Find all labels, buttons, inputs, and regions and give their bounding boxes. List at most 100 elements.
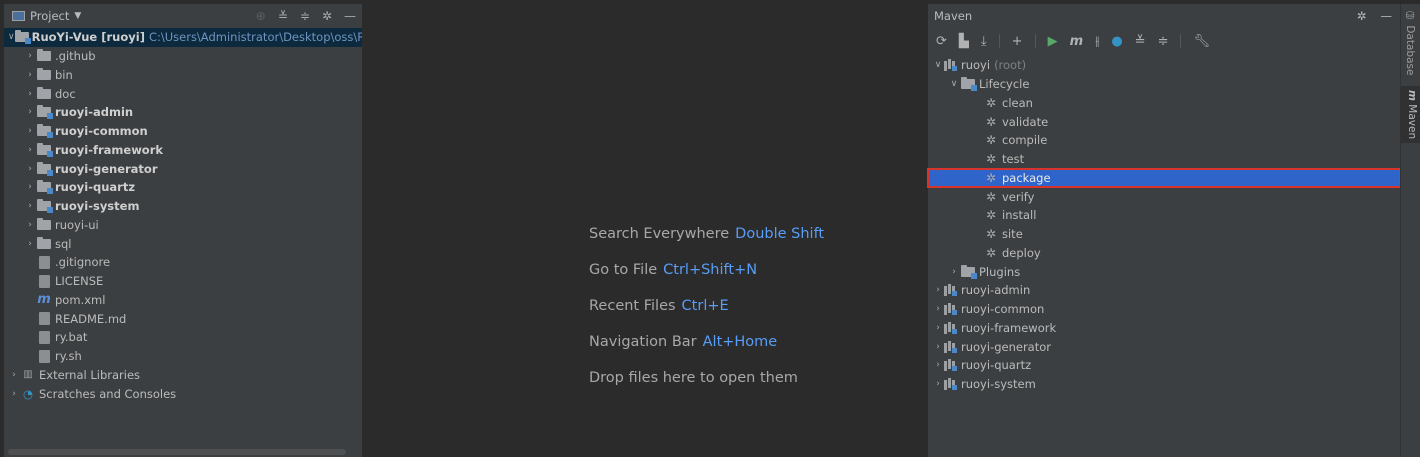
chevron-right-icon[interactable]: ›	[24, 89, 36, 99]
chevron-right-icon[interactable]: ›	[8, 370, 20, 380]
wrench-icon[interactable]: 🔧︎	[1193, 34, 1210, 49]
tree-item[interactable]: › ruoyi-ui	[4, 216, 362, 235]
tree-item[interactable]: › ruoyi-framework	[4, 141, 362, 160]
maven-module[interactable]: › ruoyi-system	[928, 375, 1400, 394]
collapse-all-icon[interactable]: ≑	[1158, 34, 1169, 49]
lifecycle-goal-validate[interactable]: ✲ validate	[928, 112, 1400, 131]
chevron-right-icon[interactable]: ›	[24, 70, 36, 80]
module-folder-icon	[36, 105, 53, 120]
chevron-right-icon[interactable]: ›	[932, 342, 944, 352]
folder-icon	[36, 217, 52, 231]
lifecycle-goal-package[interactable]: ✲ package	[927, 167, 1401, 189]
lifecycle-goal-label: install	[1002, 208, 1037, 223]
maven-plugins[interactable]: › Plugins	[928, 262, 1400, 281]
tree-external-libraries[interactable]: › ▥ External Libraries	[4, 366, 362, 385]
chevron-right-icon[interactable]: ›	[24, 107, 36, 117]
lifecycle-goal-site[interactable]: ✲ site	[928, 225, 1400, 244]
maven-root[interactable]: ∨ ruoyi (root)	[928, 56, 1400, 75]
gear-icon[interactable]: ✲	[1357, 9, 1367, 23]
tree-item[interactable]: › ruoyi-system	[4, 197, 362, 216]
chevron-right-icon[interactable]: ›	[24, 220, 36, 230]
horizontal-scrollbar[interactable]	[8, 449, 346, 455]
maven-module[interactable]: › ruoyi-generator	[928, 337, 1400, 356]
lifecycle-goal-deploy[interactable]: ✲ deploy	[928, 244, 1400, 263]
lifecycle-goal-install[interactable]: ✲ install	[928, 206, 1400, 225]
reload-icon[interactable]: ⟳	[936, 34, 947, 49]
tree-item[interactable]: ry.bat	[4, 328, 362, 347]
folder-icon	[36, 67, 52, 81]
chevron-right-icon[interactable]: ›	[24, 145, 36, 155]
maven-module-label: ruoyi-system	[961, 377, 1036, 392]
project-view-selector[interactable]: Project ▼	[12, 9, 81, 23]
tree-item[interactable]: LICENSE	[4, 272, 362, 291]
tree-item[interactable]: › ruoyi-common	[4, 122, 362, 141]
maven-module-label: ruoyi-quartz	[961, 358, 1032, 373]
tree-root[interactable]: ∨ RuoYi-Vue [ruoyi] C:\Users\Administrat…	[4, 28, 362, 47]
maven-module[interactable]: › ruoyi-quartz	[928, 356, 1400, 375]
gear-icon: ✲	[985, 245, 997, 260]
add-icon[interactable]: +	[1012, 34, 1023, 49]
maven-module[interactable]: › ruoyi-common	[928, 300, 1400, 319]
lifecycle-goal-clean[interactable]: ✲ clean	[928, 94, 1400, 113]
tree-item[interactable]: › bin	[4, 66, 362, 85]
tree-item[interactable]: .gitignore	[4, 253, 362, 272]
chevron-down-icon[interactable]: ∨	[932, 60, 944, 70]
lifecycle-goal-compile[interactable]: ✲ compile	[928, 131, 1400, 150]
chevron-down-icon[interactable]: ∨	[8, 32, 15, 42]
chevron-right-icon[interactable]: ›	[24, 164, 36, 174]
tree-item[interactable]: › ruoyi-quartz	[4, 178, 362, 197]
database-tab[interactable]: ⛁ Database	[1404, 10, 1416, 75]
chevron-right-icon[interactable]: ›	[932, 285, 944, 295]
tree-item[interactable]: ry.sh	[4, 347, 362, 366]
tree-scratches[interactable]: › ◔ Scratches and Consoles	[4, 384, 362, 403]
project-view-icon	[12, 11, 25, 21]
file-icon	[36, 274, 52, 288]
maven-module[interactable]: › ruoyi-framework	[928, 319, 1400, 338]
maven-tab[interactable]: m Maven	[1401, 86, 1420, 144]
generate-sources-icon[interactable]: ▙	[959, 34, 969, 49]
chevron-right-icon[interactable]: ›	[932, 379, 944, 389]
skip-tests-icon[interactable]: ●	[1111, 34, 1122, 49]
chevron-right-icon[interactable]: ›	[932, 323, 944, 333]
maven-module-label: ruoyi-admin	[961, 283, 1031, 298]
lifecycle-label: Lifecycle	[979, 77, 1030, 92]
maven-lifecycle[interactable]: ∨ Lifecycle	[928, 75, 1400, 94]
chevron-right-icon[interactable]: ›	[8, 389, 20, 399]
tree-item[interactable]: › doc	[4, 84, 362, 103]
tree-item[interactable]: README.md	[4, 309, 362, 328]
database-tab-label: Database	[1404, 25, 1416, 76]
tree-item[interactable]: › ruoyi-admin	[4, 103, 362, 122]
chevron-right-icon[interactable]: ›	[24, 51, 36, 61]
gear-icon[interactable]: ✲	[322, 9, 332, 23]
root-module: [ruoyi]	[101, 30, 145, 45]
chevron-right-icon[interactable]: ›	[932, 360, 944, 370]
chevron-right-icon[interactable]: ›	[24, 201, 36, 211]
file-icon	[36, 330, 52, 344]
chevron-right-icon[interactable]: ›	[932, 304, 944, 314]
run-icon[interactable]: ▶	[1048, 34, 1058, 49]
collapse-all-icon[interactable]: ≑	[300, 9, 310, 23]
toggle-offline-icon[interactable]: ⫲	[1095, 34, 1099, 49]
tree-item-label: ruoyi-generator	[55, 161, 158, 176]
tree-item[interactable]: › .github	[4, 47, 362, 66]
show-dependencies-icon[interactable]: ≚	[1135, 34, 1146, 49]
download-icon[interactable]: ⤓	[981, 34, 987, 49]
maven-module-label: ruoyi-framework	[961, 320, 1057, 335]
expand-all-icon[interactable]: ≚	[278, 9, 288, 23]
lifecycle-goal-test[interactable]: ✲ test	[928, 150, 1400, 169]
maven-module[interactable]: › ruoyi-admin	[928, 281, 1400, 300]
chevron-down-icon[interactable]: ∨	[948, 79, 960, 89]
plugins-folder-icon	[960, 264, 977, 279]
chevron-right-icon[interactable]: ›	[948, 267, 960, 277]
locate-icon[interactable]: ⊕	[256, 9, 266, 23]
chevron-right-icon[interactable]: ›	[24, 239, 36, 249]
execute-goal-icon[interactable]: m	[1070, 34, 1084, 49]
hide-icon[interactable]: —	[344, 9, 356, 23]
hide-icon[interactable]: —	[1381, 9, 1393, 23]
tree-item[interactable]: › ruoyi-generator	[4, 159, 362, 178]
tree-item[interactable]: › sql	[4, 234, 362, 253]
chevron-right-icon[interactable]: ›	[24, 182, 36, 192]
chevron-right-icon[interactable]: ›	[24, 126, 36, 136]
tree-item[interactable]: m pom.xml	[4, 291, 362, 310]
lifecycle-goal-verify[interactable]: ✲ verify	[928, 187, 1400, 206]
